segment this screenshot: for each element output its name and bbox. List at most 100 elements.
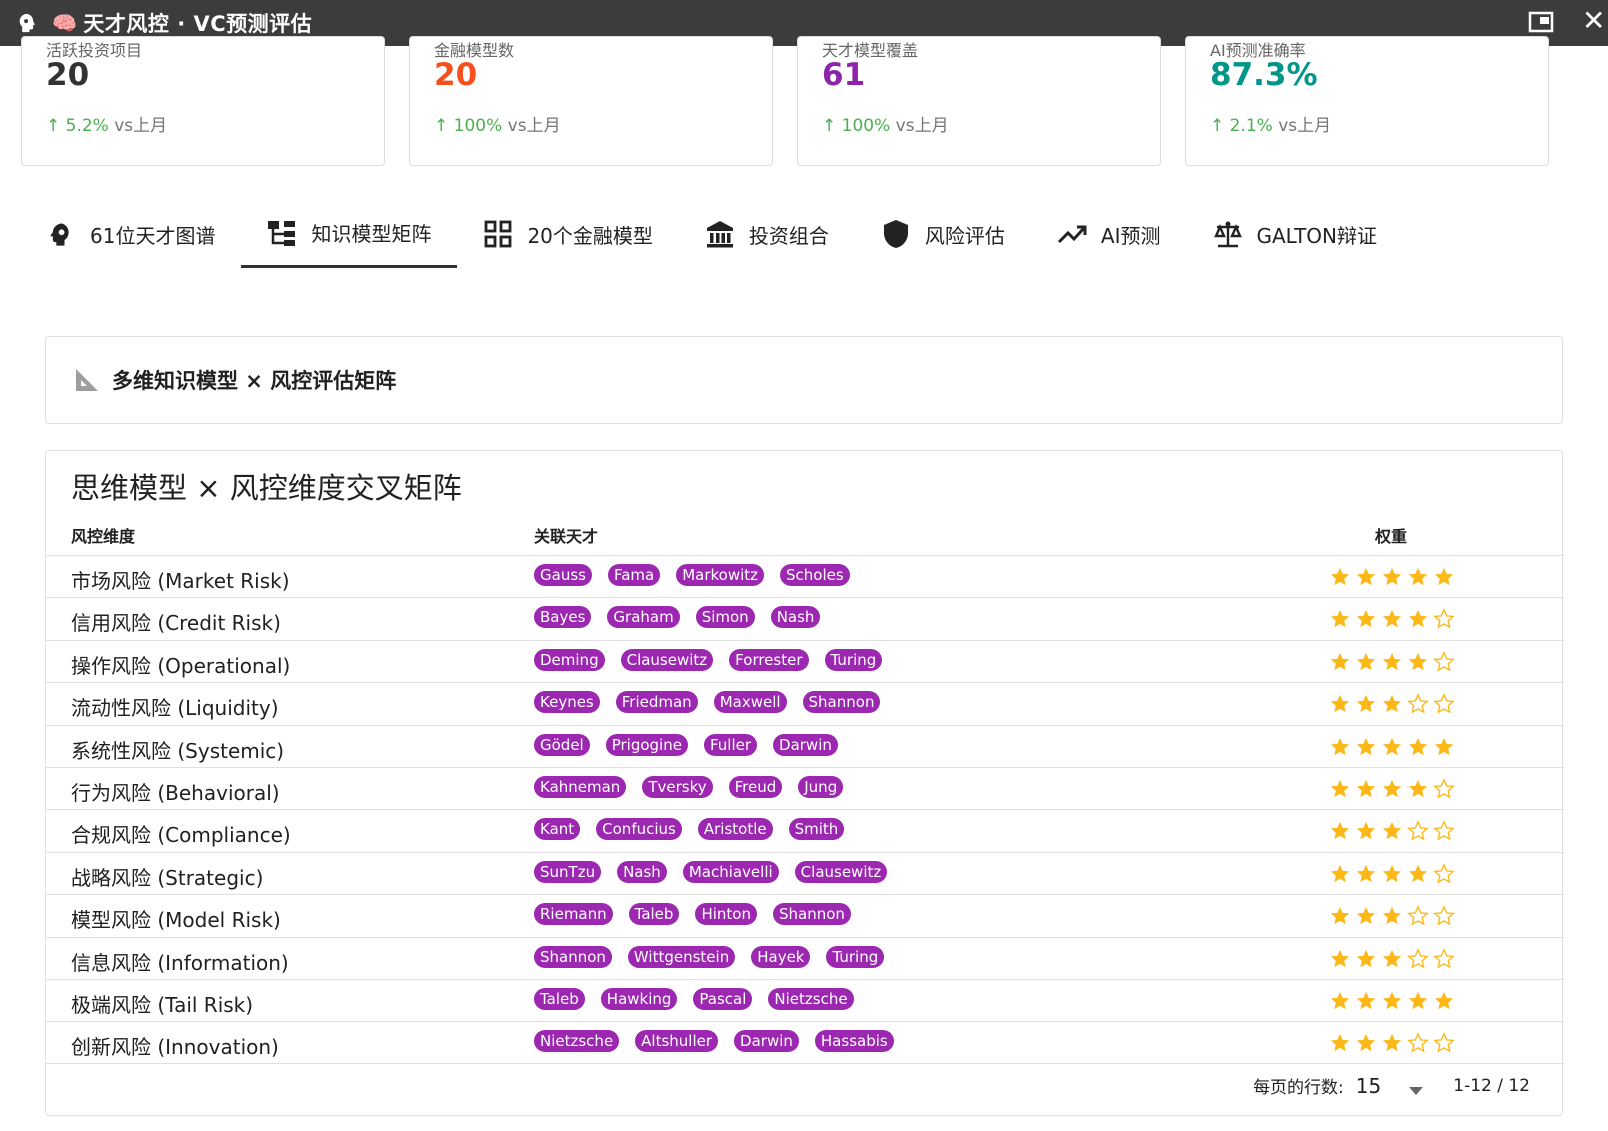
- genius-chip[interactable]: Hinton: [695, 903, 757, 926]
- risk-dimension-cell: 行为风险 (Behavioral): [71, 780, 280, 805]
- genius-chip[interactable]: Gauss: [534, 564, 592, 586]
- maximize-icon[interactable]: [1528, 11, 1554, 33]
- table-row[interactable]: 战略风险 (Strategic) SunTzu Nash Machiavelli Cla…: [46, 851, 1564, 894]
- genius-chip[interactable]: Scholes: [780, 564, 850, 586]
- genius-chip[interactable]: Deming: [534, 648, 605, 671]
- star-filled-icon: [1407, 566, 1429, 588]
- tab-genius-map[interactable]: 61位天才图谱: [20, 200, 241, 268]
- genius-chip[interactable]: Wittgenstein: [627, 945, 736, 968]
- genius-chip[interactable]: Fama: [607, 564, 661, 586]
- table-row[interactable]: 行为风险 (Behavioral) Kahneman Tversky Freud Jun…: [46, 766, 1564, 809]
- table-row[interactable]: 创新风险 (Innovation) Nietzsche Altshuller Darw…: [46, 1021, 1564, 1064]
- genius-chip[interactable]: Hawking: [600, 987, 678, 1010]
- genius-chip[interactable]: Taleb: [534, 987, 585, 1010]
- genius-chip[interactable]: Nash: [617, 860, 667, 883]
- genius-chip[interactable]: Shannon: [534, 945, 612, 968]
- star-filled-icon: [1329, 948, 1351, 970]
- genius-chip[interactable]: Forrester: [729, 648, 809, 671]
- genius-chip[interactable]: Simon: [695, 606, 755, 629]
- genius-chip[interactable]: Taleb: [628, 903, 680, 926]
- tab-financial-models[interactable]: 20个金融模型: [457, 200, 678, 268]
- genius-chip[interactable]: Hayek: [751, 945, 811, 968]
- genius-chip[interactable]: Freud: [728, 775, 783, 798]
- star-filled-icon: [1433, 566, 1455, 588]
- genius-chip[interactable]: Aristotle: [697, 818, 773, 841]
- genius-chip[interactable]: SunTzu: [534, 860, 602, 883]
- star-filled-icon: [1381, 948, 1403, 970]
- genius-chip[interactable]: Nietzsche: [768, 987, 854, 1010]
- column-header-geniuses[interactable]: 关联天才: [534, 523, 598, 547]
- genius-chip[interactable]: Friedman: [615, 691, 698, 714]
- table-row[interactable]: 流动性风险 (Liquidity) Keynes Friedman Maxwell Sh…: [46, 682, 1564, 724]
- risk-dimension-cell: 系统性风险 (Systemic): [71, 738, 285, 763]
- column-header-dimension[interactable]: 风控维度: [71, 523, 135, 547]
- genius-chip[interactable]: Confucius: [596, 818, 682, 841]
- star-filled-icon: [1407, 651, 1429, 673]
- genius-chip[interactable]: Hassabis: [814, 1030, 894, 1053]
- genius-chip[interactable]: Smith: [788, 818, 845, 841]
- table-row[interactable]: 系统性风险 (Systemic) Gödel Prigogine Fuller Darw…: [46, 724, 1564, 767]
- genius-chip[interactable]: Bayes: [534, 606, 592, 629]
- genius-chip[interactable]: Nietzsche: [534, 1030, 620, 1053]
- chevron-down-icon[interactable]: [1409, 1081, 1424, 1095]
- genius-chip[interactable]: Keynes: [534, 691, 600, 714]
- genius-chip[interactable]: Shannon: [772, 903, 851, 926]
- star-filled-icon: [1329, 736, 1351, 758]
- genius-chip[interactable]: Darwin: [773, 733, 838, 756]
- genius-chip[interactable]: Markowitz: [676, 564, 765, 586]
- genius-chip[interactable]: Turing: [826, 945, 885, 968]
- tab-label: GALTON辩证: [1256, 223, 1378, 248]
- star-filled-icon: [1381, 820, 1403, 842]
- table-row[interactable]: 市场风险 (Market Risk) Gauss Fama Markowitz Scho…: [46, 555, 1564, 597]
- tab-risk-assessment[interactable]: 风险评估: [855, 200, 1031, 268]
- genius-chip[interactable]: Pascal: [693, 987, 753, 1010]
- star-empty-icon: [1433, 1032, 1455, 1054]
- table-row[interactable]: 极端风险 (Tail Risk) Taleb Hawking Pascal Nietzs…: [46, 978, 1564, 1021]
- tab-portfolio[interactable]: 投资组合: [679, 200, 855, 268]
- genius-chip[interactable]: Gödel: [534, 733, 590, 756]
- genius-chip[interactable]: Graham: [607, 606, 680, 629]
- genius-chip[interactable]: Clausewitz: [620, 648, 714, 671]
- star-empty-icon: [1407, 947, 1429, 970]
- table-row[interactable]: 模型风险 (Model Risk) Riemann Taleb Hinton Shann…: [46, 894, 1564, 936]
- column-header-weight[interactable]: 权重: [1375, 523, 1407, 547]
- tab-ai-prediction[interactable]: AI预测: [1031, 200, 1187, 268]
- triangle-ruler-icon: [74, 367, 100, 393]
- genius-chip[interactable]: Prigogine: [605, 733, 688, 756]
- tab-knowledge-matrix[interactable]: 知识模型矩阵: [241, 200, 458, 268]
- genius-chip[interactable]: Turing: [824, 648, 883, 671]
- weight-rating: [1329, 1032, 1459, 1054]
- tab-label: AI预测: [1100, 223, 1161, 248]
- genius-chip[interactable]: Maxwell: [713, 691, 787, 714]
- genius-chip[interactable]: Tversky: [642, 775, 713, 798]
- stat-change: ↑ 100% vs上月: [434, 116, 561, 136]
- star-filled-icon: [1355, 1032, 1377, 1054]
- genius-chip[interactable]: Clausewitz: [794, 860, 888, 883]
- genius-chip[interactable]: Shannon: [802, 691, 881, 714]
- genius-chip[interactable]: Fuller: [703, 733, 758, 756]
- genius-chip[interactable]: Riemann: [534, 903, 613, 926]
- genius-chip[interactable]: Kant: [534, 818, 581, 841]
- stat-change: ↑ 5.2% vs上月: [46, 116, 168, 136]
- genius-chip[interactable]: Nash: [770, 606, 821, 629]
- genius-chip[interactable]: Jung: [798, 775, 844, 798]
- stat-value: 20: [434, 57, 478, 93]
- star-filled-icon: [1407, 736, 1429, 758]
- table-row[interactable]: 信用风险 (Credit Risk) Bayes Graham Simon Nash: [46, 597, 1564, 639]
- table-row[interactable]: 合规风险 (Compliance) Kant Confucius Aristotle S…: [46, 809, 1564, 851]
- tab-label: 风险评估: [924, 223, 1005, 248]
- genius-chip[interactable]: Machiavelli: [682, 860, 779, 883]
- close-icon[interactable]: ✕: [1582, 6, 1608, 38]
- table-row[interactable]: 操作风险 (Operational) Deming Clausewitz Forres…: [46, 639, 1564, 682]
- grid-icon: [483, 219, 513, 249]
- genius-chip[interactable]: Altshuller: [635, 1030, 719, 1053]
- table-row[interactable]: 信息风险 (Information) Shannon Wittgenstein Hay…: [46, 936, 1564, 979]
- genius-chip[interactable]: Kahneman: [534, 775, 627, 798]
- tab-label: 20个金融模型: [527, 223, 653, 248]
- tab-galton-dialectic[interactable]: GALTON辩证: [1187, 200, 1404, 268]
- star-filled-icon: [1381, 863, 1403, 885]
- rows-per-page-select[interactable]: 15: [1356, 1074, 1381, 1098]
- tab-label: 投资组合: [748, 223, 829, 248]
- genius-chip[interactable]: Darwin: [734, 1030, 799, 1053]
- stat-change: ↑ 2.1% vs上月: [1210, 116, 1332, 136]
